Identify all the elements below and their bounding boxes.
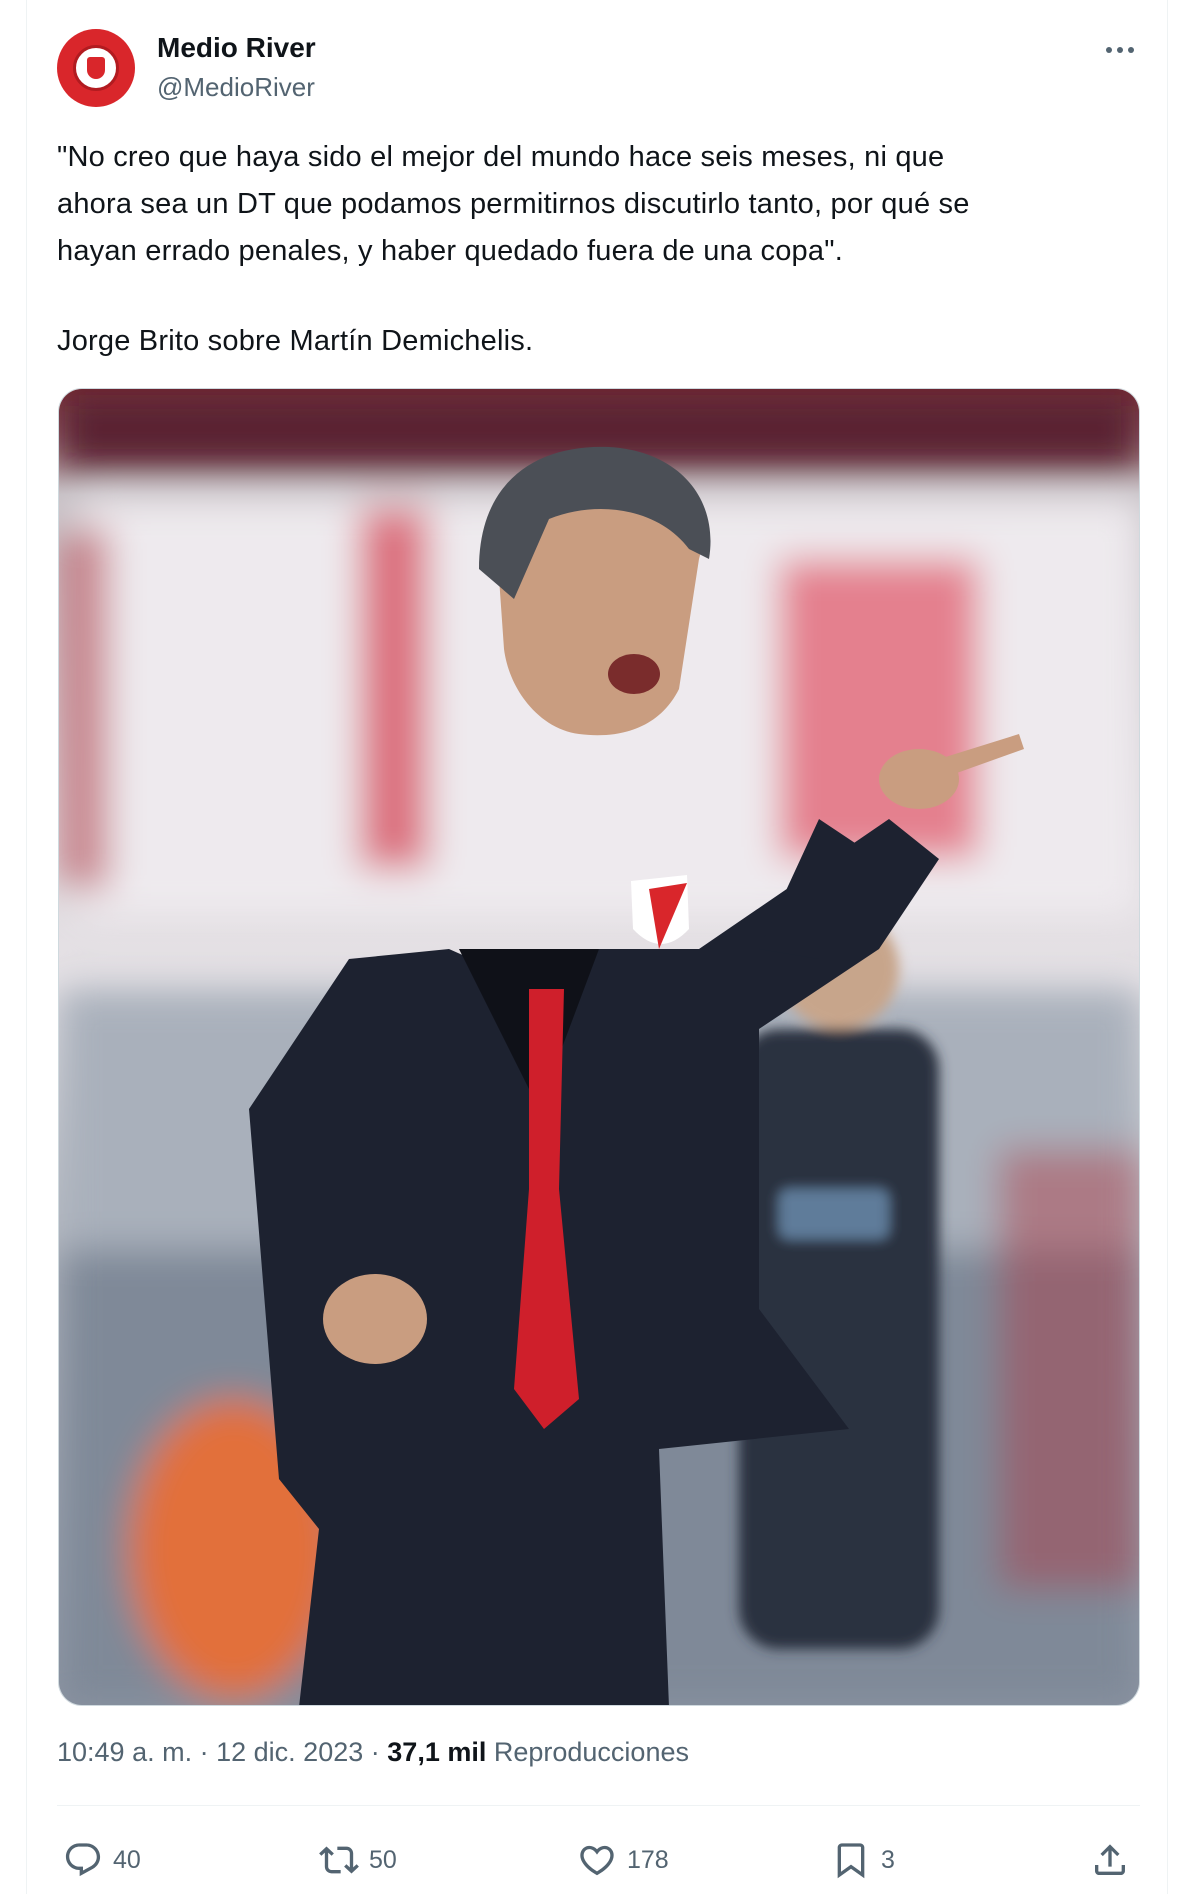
meta-separator: · xyxy=(199,1737,209,1767)
tweet-text-line: Jorge Brito sobre Martín Demichelis. xyxy=(57,325,534,357)
tweet-text: "No creo que haya sido el mejor del mund… xyxy=(57,134,1117,365)
divider xyxy=(57,1805,1140,1806)
photo-coach-pointing xyxy=(59,389,1139,1705)
bookmark-icon xyxy=(837,1843,865,1879)
reply-button[interactable]: 40 xyxy=(63,1830,141,1890)
meta-separator: · xyxy=(370,1737,380,1767)
share-icon xyxy=(1095,1844,1125,1875)
avatar-logo-icon xyxy=(73,45,119,91)
tweet-meta: 10:49 a. m. · 12 dic. 2023 · 37,1 mil Re… xyxy=(57,1737,689,1768)
tweet-photo[interactable] xyxy=(58,388,1140,1706)
views-label: Reproducciones xyxy=(493,1737,689,1767)
reply-icon xyxy=(65,1843,101,1877)
author-avatar[interactable] xyxy=(57,29,135,107)
action-bar: 40 50 178 3 xyxy=(57,1830,1140,1890)
bookmark-count: 3 xyxy=(881,1845,895,1874)
bookmark-button[interactable]: 3 xyxy=(831,1830,895,1890)
tweet-text-line: "No creo que haya sido el mejor del mund… xyxy=(57,141,945,173)
tweet-text-line: hayan errado penales, y haber quedado fu… xyxy=(57,235,843,267)
tweet-date[interactable]: 12 dic. 2023 xyxy=(216,1737,363,1767)
more-icon[interactable] xyxy=(1098,38,1142,62)
like-button[interactable]: 178 xyxy=(577,1830,669,1890)
like-icon xyxy=(580,1845,614,1876)
author-display-name[interactable]: Medio River xyxy=(157,32,316,64)
like-count: 178 xyxy=(627,1845,669,1874)
retweet-count: 50 xyxy=(369,1845,397,1874)
author-handle[interactable]: @MedioRiver xyxy=(157,72,315,103)
share-button[interactable] xyxy=(1090,1830,1130,1890)
retweet-icon xyxy=(319,1846,359,1874)
tweet-time[interactable]: 10:49 a. m. xyxy=(57,1737,192,1767)
retweet-button[interactable]: 50 xyxy=(319,1830,397,1890)
tweet-text-line: ahora sea un DT que podamos permitirnos … xyxy=(57,188,970,220)
reply-count: 40 xyxy=(113,1845,141,1874)
views-count: 37,1 mil xyxy=(387,1737,487,1767)
